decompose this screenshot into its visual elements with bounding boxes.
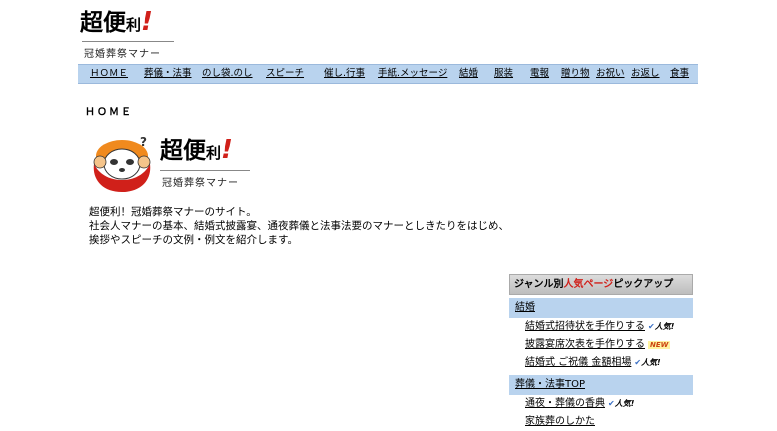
popular-badge-label: 人気! [614, 399, 635, 408]
nav-home[interactable]: ＨＯＭＥ [90, 67, 128, 80]
popular-badge: ✔人気! [608, 399, 634, 408]
mascot-logo-subtitle: 冠婚葬祭マナー [162, 178, 239, 189]
new-badge: NEW [648, 341, 671, 349]
list-item: 披露宴席次表を手作りする NEW [509, 336, 693, 354]
sidebar-link[interactable]: 披露宴席次表を手作りする [525, 339, 645, 350]
breadcrumb: ＨＯＭＥ [85, 107, 133, 118]
logo-title-main: 超便 [80, 10, 126, 36]
check-icon: ✔ [608, 399, 615, 408]
nav-celebration[interactable]: お祝い [596, 67, 625, 80]
nav-clothing[interactable]: 服装 [494, 67, 513, 80]
popular-badge-label: 人気! [654, 322, 675, 331]
nav-wedding[interactable]: 結婚 [459, 67, 478, 80]
intro-line-1: 超便利！冠婚葬祭マナーのサイト。 [89, 206, 257, 218]
logo-title-small: 利 [126, 16, 142, 34]
list-item: 結婚式招待状を手作りする ✔人気! [509, 318, 693, 336]
intro-text: 超便利！冠婚葬祭マナーのサイト。 社会人マナーの基本、結婚式披露宴、通夜葬儀と法… [89, 205, 509, 247]
sidebar-header: ジャンル別人気ページピックアップ [509, 274, 693, 295]
mascot-logo-title-bang: ! [221, 135, 233, 165]
sidebar-link[interactable]: 結婚式招待状を手作りする [525, 321, 645, 332]
mascot-logo-title-main: 超便 [160, 138, 206, 164]
nav-gifts[interactable]: 贈り物 [561, 67, 590, 80]
svg-text:?: ? [140, 135, 147, 149]
list-item: 結婚式 ご祝儀 金額相場 ✔人気! [509, 354, 693, 372]
popular-pages-sidebar: ジャンル別人気ページピックアップ 結婚 結婚式招待状を手作りする ✔人気! 披露宴… [509, 274, 693, 431]
nav-return-gift[interactable]: お返し [631, 67, 660, 80]
nav-events[interactable]: 催し.行事 [324, 67, 365, 80]
nav-letters[interactable]: 手紙.メッセージ [378, 67, 447, 80]
sidebar-header-suffix: ピックアップ [613, 279, 674, 290]
mascot-logo-title-small: 利 [206, 144, 222, 162]
sidebar-link[interactable]: 結婚式 ご祝儀 金額相場 [525, 357, 631, 368]
list-item: 通夜・葬儀の香典 ✔人気! [509, 395, 693, 413]
mascot-logo-title: 超便利! [160, 136, 233, 167]
sidebar-category-funeral[interactable]: 葬儀・法事TOP [509, 375, 693, 395]
popular-badge: ✔人気! [634, 358, 660, 367]
nav-meals[interactable]: 食事 [670, 67, 689, 80]
logo-title: 超便利! [80, 8, 153, 39]
site-logo[interactable]: 超便利! 冠婚葬祭マナー [80, 8, 180, 60]
nav-noshi[interactable]: のし袋.のし [202, 67, 253, 80]
sidebar-category-wedding[interactable]: 結婚 [509, 298, 693, 318]
list-item: 家族葬のしかた [509, 413, 693, 431]
sidebar-header-prefix: ジャンル別 [514, 279, 564, 290]
popular-badge-label: 人気! [641, 358, 661, 367]
nav-speech[interactable]: スピーチ [266, 67, 304, 80]
logo-divider [82, 41, 174, 42]
sidebar-link[interactable]: 通夜・葬儀の香典 [525, 398, 605, 409]
main-nav: ＨＯＭＥ 葬儀・法事 のし袋.のし スピーチ 催し.行事 手紙.メッセージ 結婚… [78, 64, 698, 84]
logo-title-bang: ! [141, 7, 153, 37]
sidebar-header-highlight: 人気ページ [563, 279, 614, 290]
intro-line-2: 社会人マナーの基本、結婚式披露宴、通夜葬儀と法事法要のマナーとしきたりをはじめ、… [89, 220, 509, 246]
sidebar-link[interactable]: 家族葬のしかた [525, 416, 595, 427]
nav-funeral[interactable]: 葬儀・法事 [144, 67, 192, 80]
logo-subtitle: 冠婚葬祭マナー [84, 49, 161, 60]
mascot-logo-divider [160, 170, 250, 171]
check-icon: ✔ [648, 322, 655, 331]
popular-badge: ✔人気! [648, 322, 674, 331]
mascot-logo: ? 超便利! 冠婚葬祭マナー [90, 134, 250, 196]
nav-telegram[interactable]: 電報 [530, 67, 549, 80]
